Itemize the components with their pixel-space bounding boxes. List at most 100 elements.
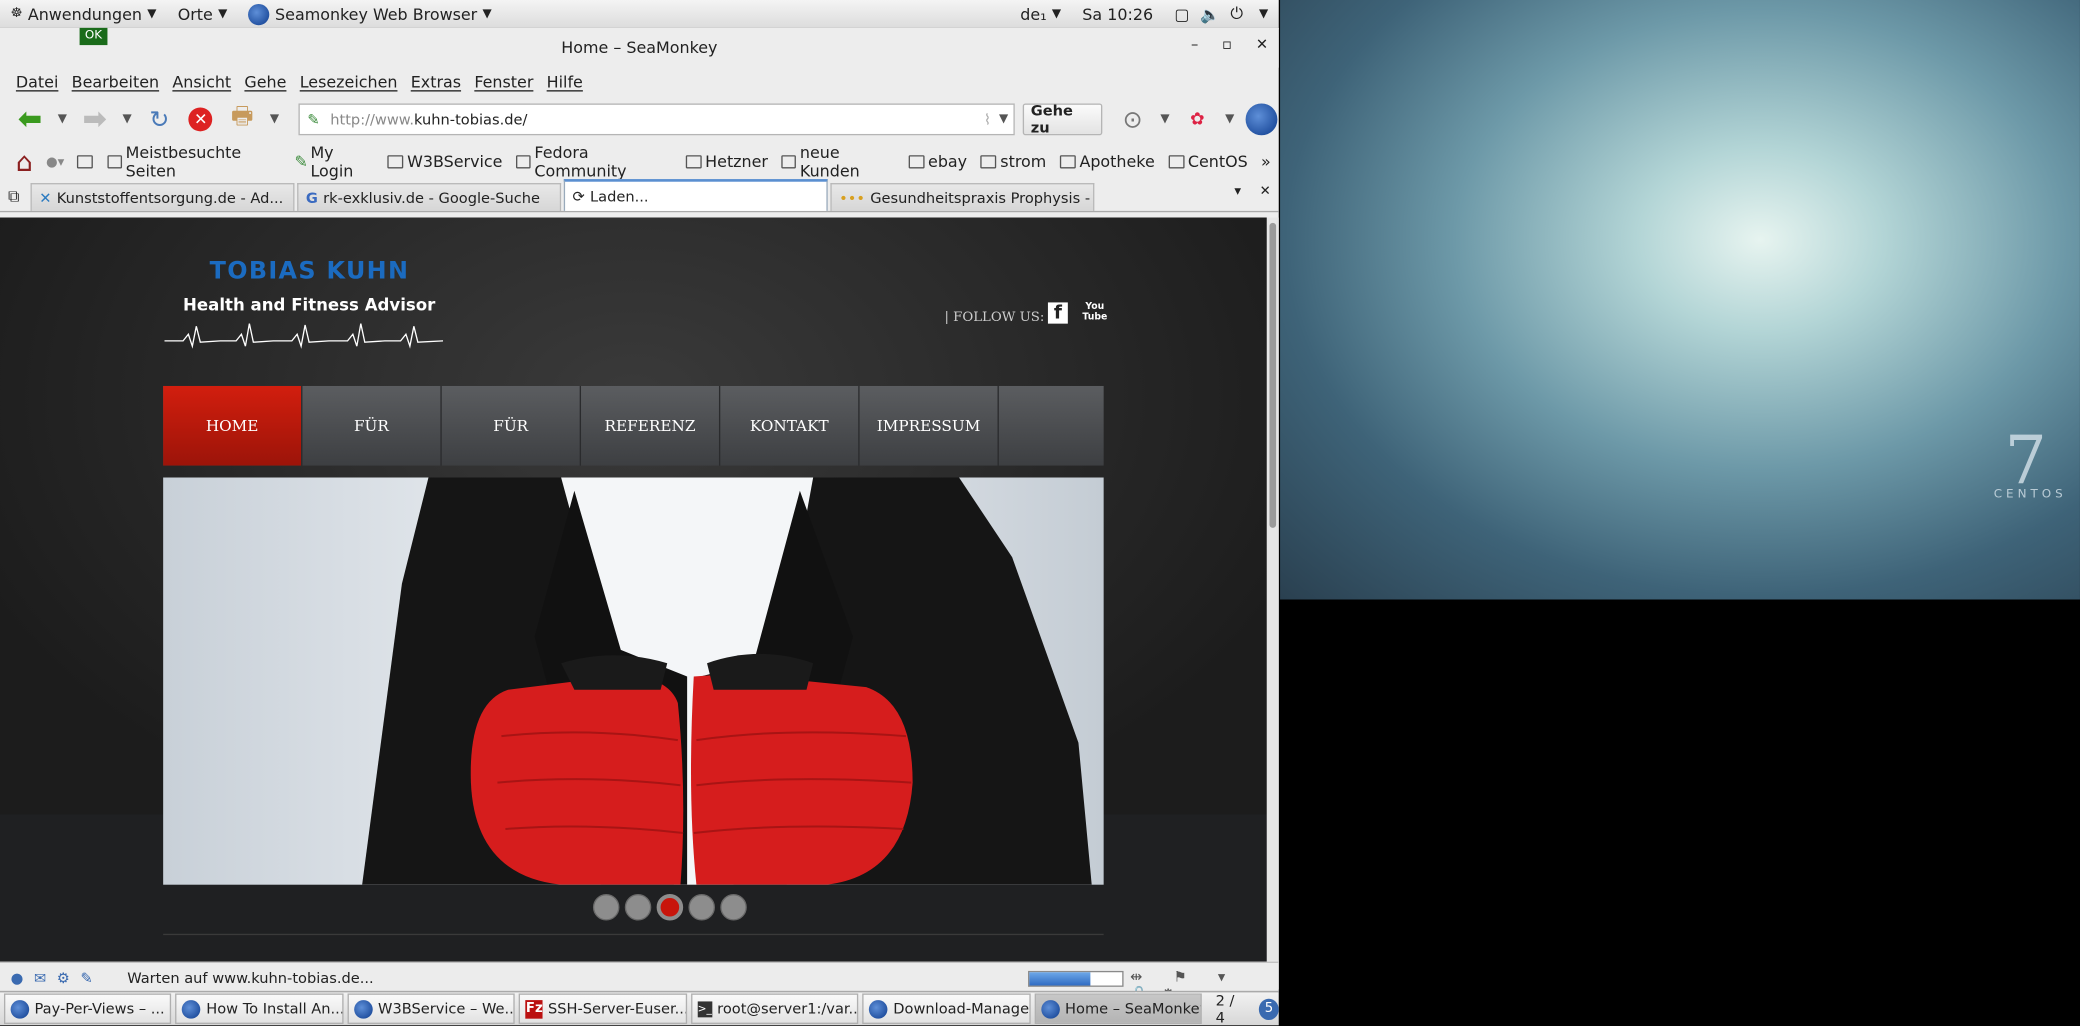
seamonkey-icon bbox=[182, 999, 201, 1019]
extensions-icon[interactable]: ✿ bbox=[1181, 102, 1214, 136]
tab-label: Kunststoffentsorgung.de - Ad... bbox=[56, 189, 284, 207]
seamonkey-icon bbox=[10, 999, 30, 1019]
filezilla-icon: Fz bbox=[525, 999, 543, 1019]
task-terminal[interactable]: >_ root@server1:/var... bbox=[691, 993, 859, 1024]
menu-lesezeichen[interactable]: Lesezeichen bbox=[300, 73, 398, 92]
print-dropdown[interactable]: ▼ bbox=[267, 113, 282, 126]
menu-hilfe[interactable]: Hilfe bbox=[547, 73, 583, 92]
slider-dot-2[interactable] bbox=[624, 893, 652, 921]
menu-bearbeiten[interactable]: Bearbeiten bbox=[72, 73, 159, 92]
menu-datei[interactable]: Datei bbox=[16, 73, 58, 92]
tab-label: Laden... bbox=[590, 187, 649, 205]
site-logo-name[interactable]: TOBIAS KUHN bbox=[210, 257, 410, 285]
task-pay-per-views[interactable]: Pay-Per-Views – ... bbox=[3, 993, 172, 1024]
more-bookmarks-icon[interactable]: » bbox=[1261, 153, 1271, 172]
window-icon: ▢ bbox=[1174, 4, 1190, 24]
site-navigation: HOME FÜR FÜR REFERENZ KONTAKT IMPRESSUM bbox=[163, 385, 1104, 466]
boxing-gloves-photo bbox=[362, 477, 1092, 885]
menu-extras[interactable]: Extras bbox=[411, 73, 461, 92]
task-home-seamonkey[interactable]: Home – SeaMonkey bbox=[1034, 993, 1203, 1024]
task-how-to-install[interactable]: How To Install An... bbox=[175, 993, 344, 1024]
nav-home[interactable]: HOME bbox=[163, 385, 303, 466]
extensions-dropdown[interactable]: ▼ bbox=[1222, 113, 1237, 126]
tab-loading[interactable]: ⟳ Laden... bbox=[563, 179, 828, 211]
bookmark-meistbesuchte[interactable]: Meistbesuchte Seiten bbox=[106, 143, 281, 180]
search-engine-icon[interactable]: ⊙ bbox=[1116, 102, 1149, 136]
bookmark-ebay[interactable]: ebay bbox=[908, 153, 967, 171]
back-history-dropdown[interactable]: ▼ bbox=[55, 113, 70, 126]
menu-gehe[interactable]: Gehe bbox=[244, 73, 286, 92]
desktop-black-area bbox=[1280, 599, 2080, 1024]
menu-ansicht[interactable]: Ansicht bbox=[172, 73, 231, 92]
places-menu[interactable]: Orte ▼ bbox=[167, 0, 238, 28]
tab-google-search[interactable]: Grk-exklusiv.de - Google-Suche bbox=[296, 183, 561, 211]
folder-icon bbox=[908, 155, 925, 169]
go-button[interactable]: Gehe zu bbox=[1022, 102, 1103, 137]
clock-label: Sa 10:26 bbox=[1082, 4, 1154, 24]
slider-dot-4[interactable] bbox=[688, 893, 715, 921]
close-tab-icon[interactable]: ✕ bbox=[1260, 184, 1271, 199]
bookmark-hetzner[interactable]: Hetzner bbox=[685, 153, 768, 171]
bookmark-fedora-community[interactable]: Fedora Community bbox=[515, 143, 672, 180]
seamonkey-throbber-icon bbox=[1245, 102, 1278, 136]
heartbeat-line-icon bbox=[164, 323, 444, 349]
nav-fuer-2[interactable]: FÜR bbox=[442, 385, 582, 466]
print-icon[interactable]: 🖶 bbox=[225, 102, 258, 136]
search-dropdown[interactable]: ▼ bbox=[1157, 113, 1172, 126]
task-w3bservice[interactable]: W3BService – We... bbox=[347, 993, 516, 1024]
rss-icon[interactable]: ●▾ bbox=[46, 155, 64, 170]
hero-slider-image[interactable] bbox=[163, 477, 1104, 885]
loading-spinner-icon: ⟳ bbox=[572, 187, 585, 205]
stop-icon[interactable]: ✕ bbox=[184, 102, 217, 136]
tab-gesundheitspraxis[interactable]: ••• Gesundheitspraxis Prophysis - ... bbox=[829, 183, 1094, 211]
workspace-indicator[interactable]: 2 / 4 bbox=[1216, 991, 1246, 1025]
tab-kunststoffentsorgung[interactable]: ✕ Kunststoffentsorgung.de - Ad... bbox=[29, 183, 294, 211]
menu-bar: Datei Bearbeiten Ansicht Gehe Lesezeiche… bbox=[0, 68, 1279, 97]
nav-referenz[interactable]: REFERENZ bbox=[581, 385, 721, 466]
folder-icon[interactable] bbox=[77, 155, 93, 169]
keyboard-layout[interactable]: de₁ ▼ bbox=[1010, 0, 1072, 28]
task-ssh-server[interactable]: Fz SSH-Server-Euser... bbox=[519, 993, 688, 1024]
component-bar-icons[interactable]: ●✉⚙✎ bbox=[11, 969, 104, 986]
bookmark-star-icon[interactable]: ⌇ bbox=[984, 111, 991, 128]
window-titlebar[interactable]: OK Home – SeaMonkey – ▫ ✕ bbox=[0, 27, 1279, 68]
system-tray[interactable]: ▢ 🔈 ⏻ ▼ bbox=[1164, 0, 1279, 28]
scrollbar-thumb[interactable] bbox=[1269, 222, 1277, 528]
facebook-icon[interactable]: f bbox=[1047, 302, 1068, 324]
home-icon[interactable]: ⌂ bbox=[16, 146, 33, 178]
tab-list-icon[interactable]: ▾ bbox=[1234, 184, 1241, 199]
minimize-button[interactable]: – bbox=[1191, 36, 1198, 53]
bookmark-my-login[interactable]: ✎ My Login bbox=[294, 143, 374, 180]
slider-dot-1[interactable] bbox=[592, 893, 620, 921]
bookmark-neue-kunden[interactable]: neue Kunden bbox=[781, 143, 895, 180]
nav-kontakt[interactable]: KONTAKT bbox=[720, 385, 860, 466]
bookmark-w3bservice[interactable]: W3BService bbox=[387, 153, 502, 171]
task-download-manager[interactable]: Download-Manager bbox=[862, 993, 1031, 1024]
reload-icon[interactable]: ↻ bbox=[143, 102, 176, 136]
forward-history-dropdown[interactable]: ▼ bbox=[119, 113, 134, 126]
bookmark-strom[interactable]: strom bbox=[980, 153, 1046, 171]
active-app-menu[interactable]: Seamonkey Web Browser ▼ bbox=[238, 0, 502, 28]
slider-dot-5[interactable] bbox=[720, 893, 747, 921]
chevron-down-icon: ▼ bbox=[1051, 7, 1062, 21]
maximize-button[interactable]: ▫ bbox=[1222, 36, 1232, 53]
menu-fenster[interactable]: Fenster bbox=[474, 73, 533, 92]
nav-impressum[interactable]: IMPRESSUM bbox=[860, 385, 999, 466]
new-tab-icon[interactable]: ⧉ bbox=[8, 187, 19, 207]
applications-menu[interactable]: ☸ Anwendungen ▼ bbox=[0, 0, 167, 28]
close-window-button[interactable]: ✕ bbox=[1256, 36, 1268, 53]
notification-badge[interactable]: 5 bbox=[1259, 998, 1279, 1020]
slider-dot-3[interactable] bbox=[656, 893, 684, 921]
clock[interactable]: Sa 10:26 bbox=[1072, 0, 1164, 28]
divider bbox=[163, 933, 1104, 936]
back-arrow-icon[interactable]: ⬅ bbox=[13, 102, 46, 136]
nav-fuer-1[interactable]: FÜR bbox=[302, 385, 442, 466]
url-history-dropdown[interactable]: ▼ bbox=[999, 113, 1008, 126]
bookmark-centos[interactable]: CentOS bbox=[1168, 153, 1248, 171]
youtube-icon[interactable]: You Tube bbox=[1082, 301, 1107, 322]
url-bar[interactable]: ✎ http://www. kuhn-tobias.de/ ⌇ ▼ bbox=[298, 103, 1015, 136]
bookmarks-toolbar: ⌂ ●▾ Meistbesuchte Seiten ✎ My Login W3BS… bbox=[0, 142, 1279, 182]
window-title: Home – SeaMonkey bbox=[561, 38, 718, 58]
bookmark-apotheke[interactable]: Apotheke bbox=[1059, 153, 1155, 171]
forward-arrow-icon[interactable]: ➡ bbox=[78, 102, 111, 136]
